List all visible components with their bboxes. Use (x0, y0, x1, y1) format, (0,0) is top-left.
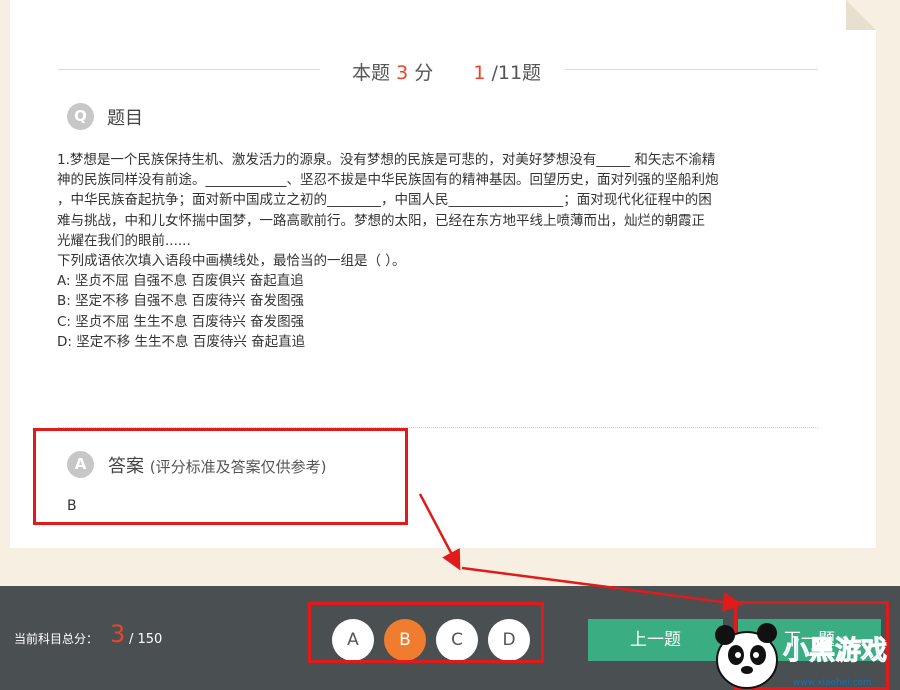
total-score-max: / 150 (129, 632, 163, 647)
choice-a: A: 坚贞不屈 自强不息 百废俱兴 奋起直追 (57, 273, 304, 290)
question-badge-icon: Q (67, 103, 94, 130)
question-line: 光耀在我们的眼前...... (57, 232, 191, 249)
question-line: 难与挑战，中和儿女怀揣中国梦，一路高歌前行。梦想的太阳，已经在东方地平线上喷薄而… (57, 212, 705, 229)
question-line: 神的民族同样没有前途。____________、坚忍不拔是中华民族固有的精神基因… (57, 172, 719, 189)
question-prompt: 下列成语依次填入语段中画横线处，最恰当的一组是（ ）。 (57, 253, 406, 270)
watermark-url: www.xiaohei.com (793, 678, 872, 688)
score-value: 3 (396, 62, 409, 84)
question-text: 1.梦想是一个民族保持生机、激发活力的源泉。没有梦想的民族是可悲的，对美好梦想没… (57, 150, 817, 352)
score-prefix: 本题 (352, 62, 391, 84)
current-question-number: 1 (473, 62, 486, 84)
header-rule-right (565, 69, 818, 70)
total-score-label: 当前科目总分： (14, 632, 99, 646)
question-total: /11题 (491, 62, 542, 84)
question-score-header: 本题 3 分 1 /11题 (352, 58, 541, 85)
choice-c: C: 坚贞不屈 生生不息 百废待兴 奋发图强 (57, 313, 305, 330)
choice-b: B: 坚定不移 自强不息 百废待兴 奋发图强 (57, 293, 304, 310)
panda-mascot-icon: 小黑游戏 www.xiaohei.com (715, 623, 888, 689)
answer-highlight-box (33, 428, 408, 525)
options-highlight-box (308, 602, 544, 663)
question-line: ，中华民族奋起抗争；面对新中国成立之初的________，中国人民_______… (57, 192, 712, 209)
question-section-title: 题目 (107, 108, 143, 129)
header-rule-left (58, 69, 320, 70)
watermark-logo: 小黑游戏 www.xiaohei.com (705, 615, 900, 690)
prev-question-button[interactable]: 上一题 (588, 619, 723, 661)
choice-d: D: 坚定不移 生生不息 百废待兴 奋起直追 (57, 333, 306, 350)
total-score-value: 3 (110, 620, 126, 648)
page-fold-corner (846, 0, 876, 30)
question-line: 1.梦想是一个民族保持生机、激发活力的源泉。没有梦想的民族是可悲的，对美好梦想没… (57, 152, 716, 168)
watermark-brand: 小黑游戏 (783, 636, 887, 666)
score-unit: 分 (414, 62, 434, 84)
